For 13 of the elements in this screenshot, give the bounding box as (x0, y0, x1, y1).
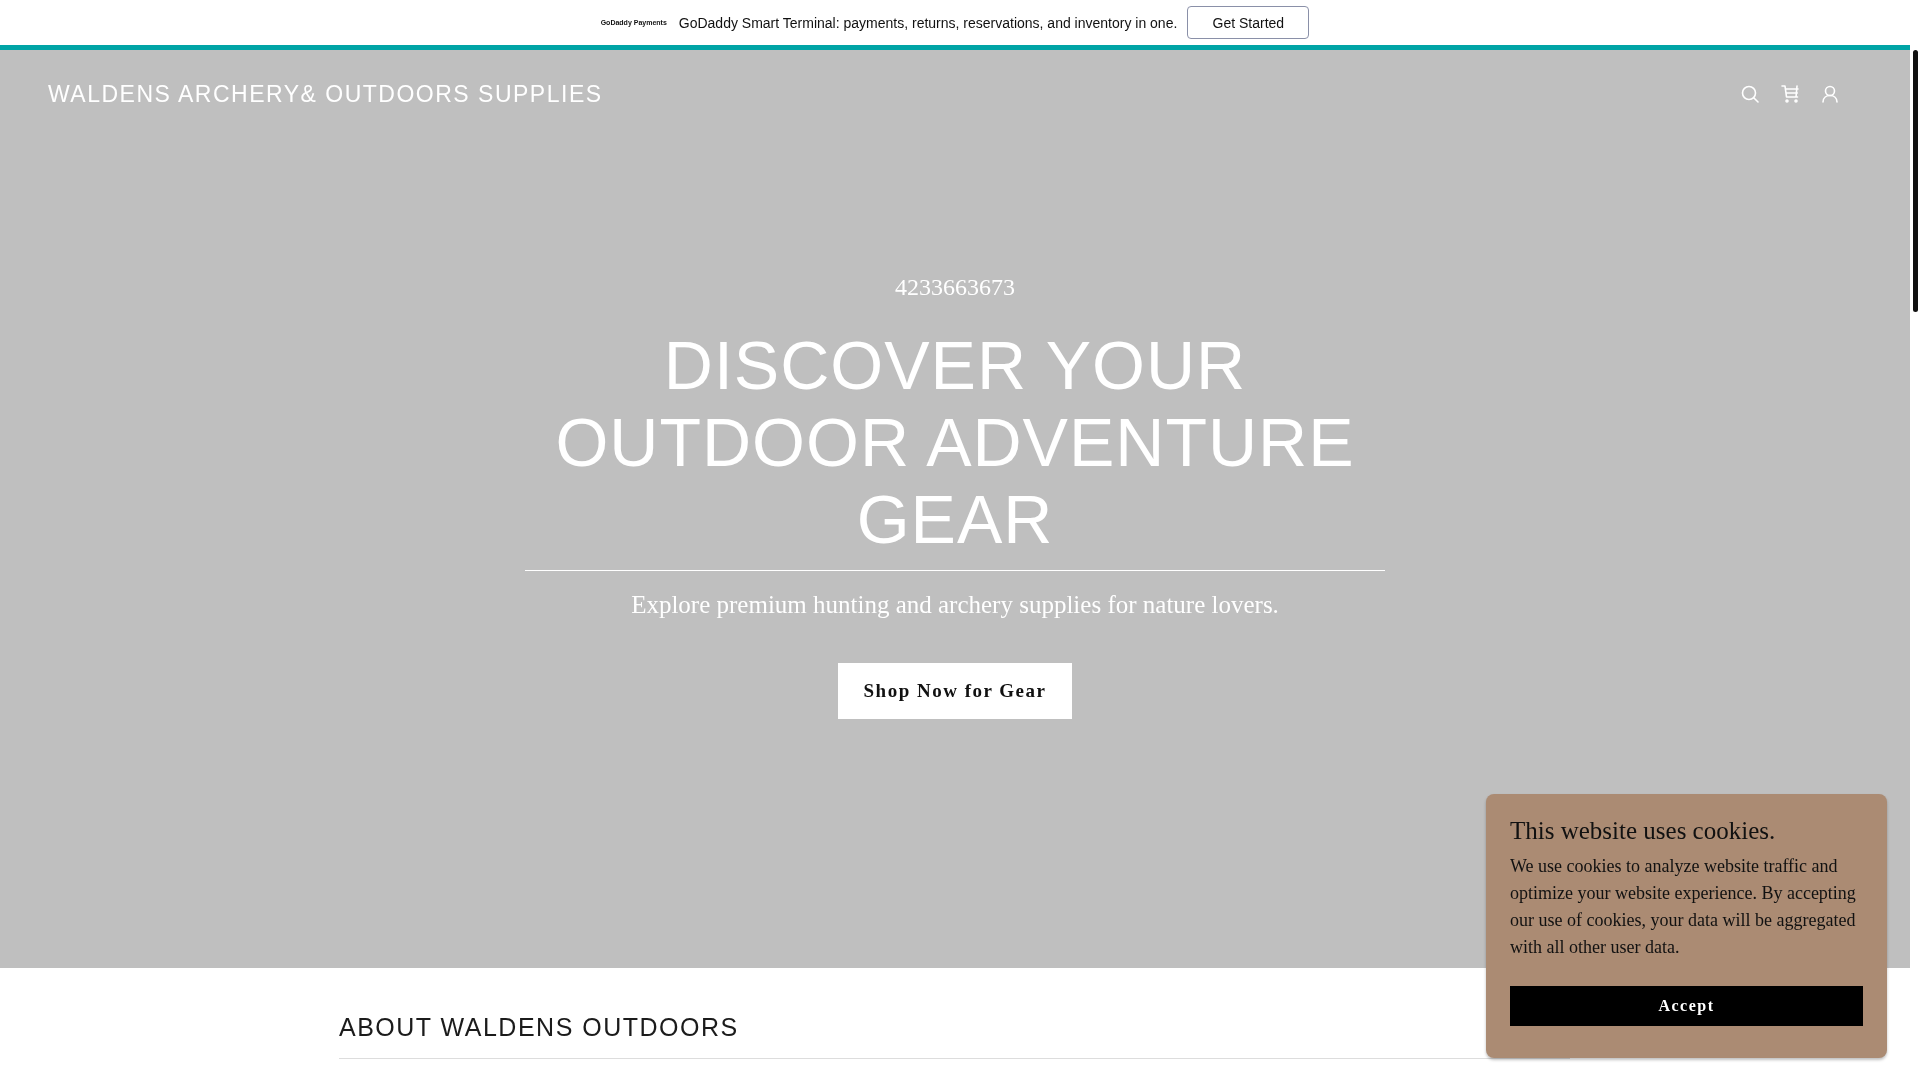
cookie-title: This website uses cookies. (1510, 817, 1777, 845)
phone-number: 4233663673 (895, 274, 1015, 301)
cart-icon[interactable] (1780, 83, 1800, 105)
get-started-button[interactable]: Get Started (1187, 6, 1310, 39)
hero-subtitle: Explore premium hunting and archery supplies for nature lovers. (631, 591, 1279, 619)
shop-now-button[interactable]: Shop Now for Gear (838, 663, 1072, 719)
scrollbar-thumb[interactable] (1912, 50, 1918, 312)
hero-heading: DISCOVER YOUR OUTDOOR ADVENTURE GEAR (525, 327, 1385, 571)
cookie-text: We use cookies to analyze website traffic and optimize your website experience. By accepting our use of cookies, your data will be aggregated with all other user data. (1510, 855, 1857, 959)
accept-button[interactable]: Accept (1510, 986, 1863, 1026)
promo-message: GoDaddy Smart Terminal: payments, returns, reservations, and inventory in one. (678, 14, 1178, 31)
search-icon[interactable] (1740, 83, 1760, 105)
account-icon[interactable] (1820, 83, 1840, 105)
